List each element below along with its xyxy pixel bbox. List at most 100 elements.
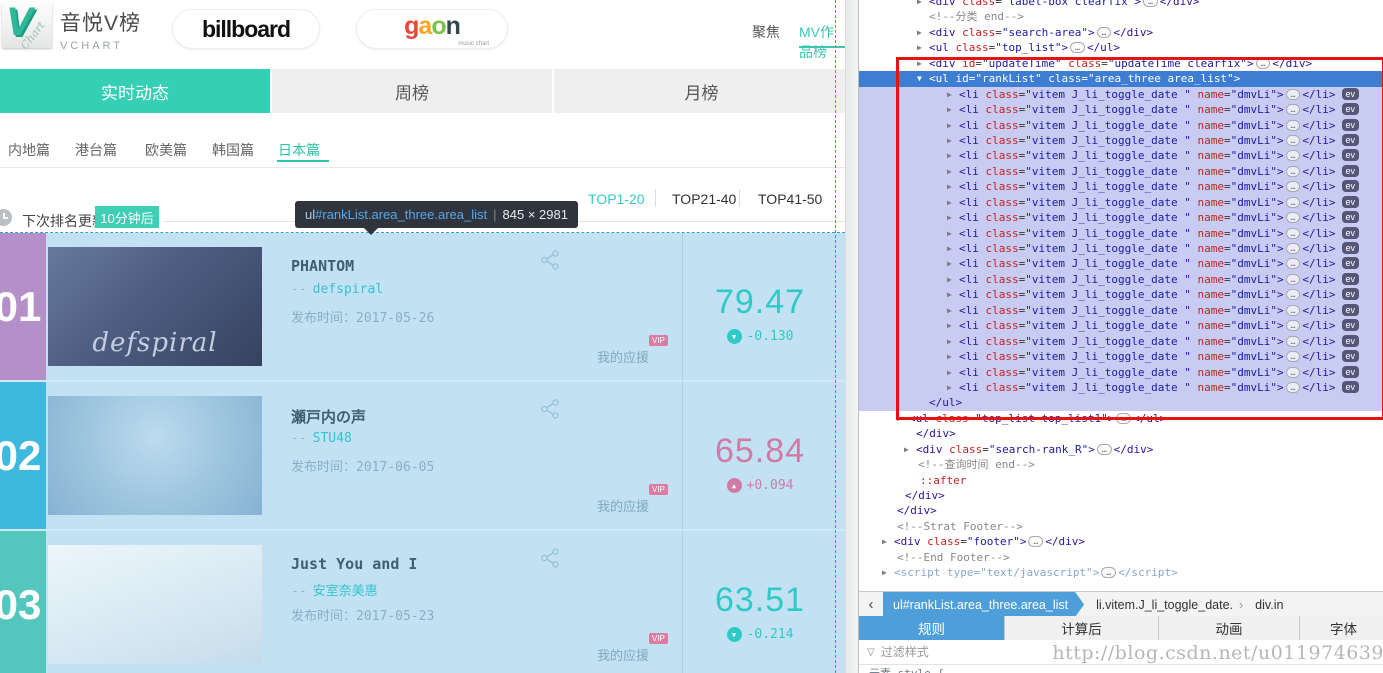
share-icon[interactable] [540,398,562,420]
breadcrumb-item[interactable]: div.in [1243,592,1289,617]
inspect-highlight-hline [0,232,845,233]
breadcrumb-selected[interactable]: ul#rankList.area_three.area_list [883,592,1084,617]
subtab-内地篇[interactable]: 内地篇 [8,140,50,160]
divider [655,189,656,207]
mv-thumbnail[interactable]: defspiral [48,247,262,366]
nav-mv-chart[interactable]: MV作品榜 [799,22,845,62]
devtools-tab-字体[interactable]: 字体 [1300,616,1383,640]
devtools-tree-row[interactable]: </div> [859,426,1383,441]
artist-name[interactable]: 安室奈美惠 [313,584,378,599]
devtools-tree-row[interactable]: <!--分类 end--> [859,9,1383,24]
artist-link[interactable]: -- defspiral [291,282,383,297]
gaon-subtitle: music chart [458,40,489,47]
devtools-tree-row[interactable]: ▶ <div class="search-rank_R">… </div> [859,442,1383,457]
devtools-breadcrumbs: ‹ ul#rankList.area_three.area_list li.vi… [859,591,1383,617]
breadcrumb-item[interactable]: li.vitem.J_li_toggle_date. [1084,592,1239,617]
ellipsis-button[interactable]: … [1096,26,1112,38]
trend-up-icon: ▲ [726,478,742,493]
rank-list: 01 defspiral PHANTOM -- defspiral 发布时间：2017-0… [0,233,845,673]
filter-funnel-icon: ▽ [867,646,875,658]
rank-number: 01 [0,233,46,380]
artist-name[interactable]: defspiral [313,282,383,297]
clock-icon [0,209,12,226]
inspect-highlight-vline [835,0,836,673]
my-support-link[interactable]: 我的应援 [597,496,649,515]
devtools-tree-row[interactable]: ▶ <div class="search-area">… </div> [859,25,1383,40]
toplink-TOP1-20[interactable]: TOP1-20 [588,191,645,207]
devtools-tree-row[interactable]: ▶ <div class="footer">… </div> [859,534,1383,549]
devtools-tree-row[interactable]: </div> [859,488,1383,503]
song-title[interactable]: PHANTOM [291,257,354,275]
list-item[interactable]: 02 瀬戸内の声 -- STU48 发布时间：2017-06-05 我的应援 VIP 65.8… [0,382,845,529]
publish-date: 发布时间：2017-05-23 [291,609,435,624]
artist-link[interactable]: -- STU48 [291,431,352,446]
twisty-collapsed-icon[interactable]: ▶ [917,40,929,55]
my-support-link[interactable]: 我的应援 [597,645,649,664]
brand: 音悦V榜 VCHART [60,7,141,52]
twisty-collapsed-icon[interactable]: ▶ [917,0,929,9]
share-icon[interactable] [540,547,562,569]
divider [0,167,845,168]
breadcrumb-back-chevron[interactable]: ‹ [859,592,883,617]
publish-date: 发布时间：2017-06-05 [291,460,435,475]
gaon-letter: o [431,11,446,40]
nav-mv-underline [799,46,845,48]
twisty-collapsed-icon[interactable]: ▶ [917,25,929,40]
gaon-letter: g [404,11,419,40]
my-support-link[interactable]: 我的应援 [597,347,649,366]
score-delta: ▲ +0.094 [685,478,835,493]
mv-thumbnail[interactable] [48,396,262,515]
ellipsis-button[interactable]: … [1096,443,1112,455]
site-page: V Chart 音悦V榜 VCHART billboard gaon music… [0,0,845,673]
devtools-tab-动画[interactable]: 动画 [1159,616,1300,640]
list-item[interactable]: 01 defspiral PHANTOM -- defspiral 发布时间：2017-0… [0,233,845,380]
toplink-TOP41-50[interactable]: TOP41-50 [758,191,822,207]
twisty-collapsed-icon[interactable]: ▶ [904,442,916,457]
twisty-collapsed-icon[interactable]: ▶ [882,534,894,549]
subtab-日本篇[interactable]: 日本篇 [278,140,320,160]
twisty-collapsed-icon[interactable]: ▶ [882,565,894,580]
ellipsis-button[interactable]: … [1142,0,1158,7]
gaon-logo: gaon [404,11,461,41]
devtools-tab-规则[interactable]: 规则 [859,616,1005,640]
artist-link[interactable]: -- 安室奈美惠 [291,580,378,599]
period-tabs: 实时动态 周榜 月榜 [0,69,845,113]
delta-value: -0.214 [746,627,794,642]
devtools-tree-row[interactable]: ▶ <ul class="top_list">… </ul> [859,40,1383,55]
mv-thumbnail[interactable] [48,545,262,664]
tab-月榜[interactable]: 月榜 [552,69,845,113]
song-title[interactable]: Just You and I [291,555,417,573]
devtools-tree-row[interactable]: ::after [859,473,1383,488]
toplink-TOP21-40[interactable]: TOP21-40 [672,191,736,207]
update-label: 下次排名更新 [22,213,106,229]
share-icon[interactable] [540,249,562,271]
brand-subtitle: VCHART [60,40,124,52]
devtools-tree-row[interactable]: </div> [859,503,1383,518]
ellipsis-button[interactable]: … [1028,536,1044,548]
gaon-button[interactable]: gaon music chart [356,9,508,49]
devtools-tab-计算后[interactable]: 计算后 [1005,616,1159,640]
tab-周榜[interactable]: 周榜 [270,69,552,113]
tab-实时动态[interactable]: 实时动态 [0,69,270,113]
ellipsis-button[interactable]: … [1101,567,1117,579]
ellipsis-button[interactable]: … [1070,42,1085,54]
devtools-tree-row[interactable]: ▶ <script type="text/javascript">… </scrip… [859,565,1383,580]
rank-number: 02 [0,382,46,529]
billboard-button[interactable]: billboard [172,9,320,49]
page-scrollbar[interactable] [845,0,859,673]
song-title[interactable]: 瀬戸内の声 [291,406,366,427]
nav-focus[interactable]: 聚焦 [752,22,780,42]
list-item[interactable]: 03 Just You and I -- 安室奈美惠 发布时间：2017-05-23 我的… [0,531,845,673]
subtab-港台篇[interactable]: 港台篇 [75,140,117,160]
devtools-tree-row[interactable]: <!--Strat Footer--> [859,519,1383,534]
artist-name[interactable]: STU48 [313,431,352,446]
subtab-韩国篇[interactable]: 韩国篇 [212,140,254,160]
watermark-url: http://blog.csdn.net/u011974639 [1052,642,1383,664]
devtools-tree-row[interactable]: <!--End Footer--> [859,550,1383,565]
vchart-logo[interactable]: V Chart [2,0,52,52]
devtools-tree-row[interactable]: <!--查询时间 end--> [859,457,1383,472]
divider [682,382,683,529]
score-delta: ▼ -0.214 [685,627,835,642]
subtab-欧美篇[interactable]: 欧美篇 [145,140,187,160]
devtools-tree-row[interactable]: ▶ <div class="label-box clearfix">… </div> [859,0,1383,9]
